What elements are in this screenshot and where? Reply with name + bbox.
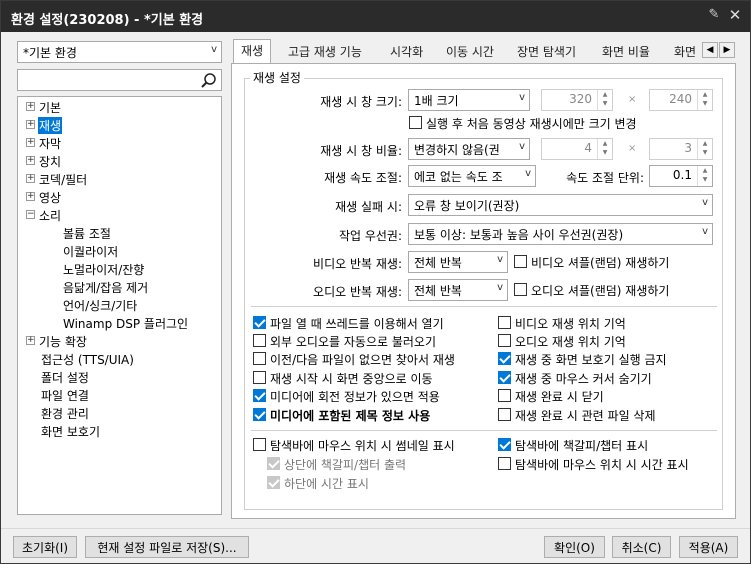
ratio-width-field: 4 ▲ ▼ [541,138,613,160]
video-repeat-label: 비디오 반복 재생: [313,257,402,271]
tab-playback[interactable]: 재생 [233,39,272,64]
ok-button[interactable]: 확인(O) [544,536,605,558]
tab-strip: 재생 고급 재생 기능 시각화 이동 시간 장면 탐색기 화면 비율 화면 ◀ … [233,39,736,64]
spin-arrows-icon: ▲ ▼ [697,139,712,159]
category-tree[interactable]: + 기본 + 재생 + 자막 + 장치 + 코덱/필터 + 영상 − 소리 볼륨 조절 이퀄라… [17,96,222,515]
expand-icon[interactable]: + [26,156,35,165]
expand-icon[interactable]: + [26,336,35,345]
title-bar: 환경 설정(230208) - *기본 환경 ✎ ✕ [1,1,750,32]
speed-unit-field[interactable]: 0.1 ▲ ▼ [649,165,713,187]
audio-repeat-select[interactable]: 전체 반복 v [408,279,508,301]
times-separator: × [628,143,637,154]
divider [251,430,717,431]
window-size-label: 재생 시 창 크기: [320,95,402,109]
window-ratio-select[interactable]: 변경하지 않음(권 v [408,138,530,160]
speed-label: 재생 속도 조절: [324,171,402,185]
audio-repeat-label: 오디오 반복 재생: [313,285,402,299]
fail-action-select[interactable]: 오류 창 보이기(권장) v [408,194,713,216]
spin-arrows-icon: ▲ ▼ [597,90,612,110]
ratio-height-field: 3 ▲ ▼ [649,138,713,160]
tab-visualization[interactable]: 시각화 [383,41,430,62]
collapse-icon[interactable]: − [26,210,35,219]
tab-screen[interactable]: 화면 [667,41,703,62]
expand-icon[interactable]: + [26,120,35,129]
close-icon[interactable]: ✕ [725,6,745,26]
tab-scroll-left-icon[interactable]: ◀ [702,42,718,58]
window-title: 환경 설정(230208) - *기본 환경 [11,13,204,28]
expand-icon[interactable]: + [26,138,35,147]
cancel-button[interactable]: 취소(C) [612,536,671,558]
spin-arrows-icon: ▲ ▼ [697,90,712,110]
chevron-down-icon: v [497,282,503,293]
tab-seek-time[interactable]: 이동 시간 [439,41,501,62]
expand-icon[interactable]: + [26,174,35,183]
tab-aspect-ratio[interactable]: 화면 비율 [595,41,657,62]
tab-scroll-right-icon[interactable]: ▶ [719,42,735,58]
chevron-down-icon: v [519,92,525,103]
window-size-select[interactable]: 1배 크기 v [408,89,530,111]
save-settings-button[interactable]: 현재 설정 파일로 저장(S)... [85,536,249,558]
speed-select[interactable]: 에코 없는 속도 조v [408,165,536,187]
fail-label: 재생 실패 시: [335,200,402,214]
chevron-down-icon: v [497,254,503,265]
window-height-field: 240 ▲ ▼ [649,89,713,111]
chevron-down-icon: v [519,141,525,152]
spin-arrows-icon: ▲ ▼ [597,139,612,159]
expand-icon[interactable]: + [26,102,35,111]
video-repeat-select[interactable]: 전체 반복 v [408,251,508,273]
reset-button[interactable]: 초기화(I) [13,536,77,558]
profile-select[interactable]: *기본 환경 v [17,41,222,63]
search-input[interactable] [17,69,222,91]
settings-window: 환경 설정(230208) - *기본 환경 ✎ ✕ *기본 환경 v + 기본 +… [0,0,751,564]
bottom-divider [1,528,750,529]
tab-scene-explorer[interactable]: 장면 탐색기 [510,41,583,62]
spin-arrows-icon[interactable]: ▲ ▼ [697,166,712,186]
divider [251,306,717,307]
window-ratio-label: 재생 시 창 비율: [320,144,402,158]
group-title: 재생 설정 [250,69,304,86]
window-width-field: 320 ▲ ▼ [541,89,613,111]
pin-icon[interactable]: ✎ [705,7,723,25]
priority-select[interactable]: 보통 이상: 보통과 높음 사이 우선권(권장) v [408,223,713,245]
times-separator: × [628,94,637,105]
chevron-down-icon: v [211,44,217,55]
expand-icon[interactable]: + [26,192,35,201]
chevron-down-icon: v [702,226,708,237]
priority-label: 작업 우선권: [338,229,402,243]
search-icon[interactable] [200,72,218,90]
apply-button[interactable]: 적용(A) [679,536,738,558]
tab-advanced[interactable]: 고급 재생 기능 [281,41,369,62]
speed-unit-label: 속도 조절 단위: [566,171,644,185]
chevron-down-icon: v [702,197,708,208]
chevron-down-icon: v [525,168,531,179]
